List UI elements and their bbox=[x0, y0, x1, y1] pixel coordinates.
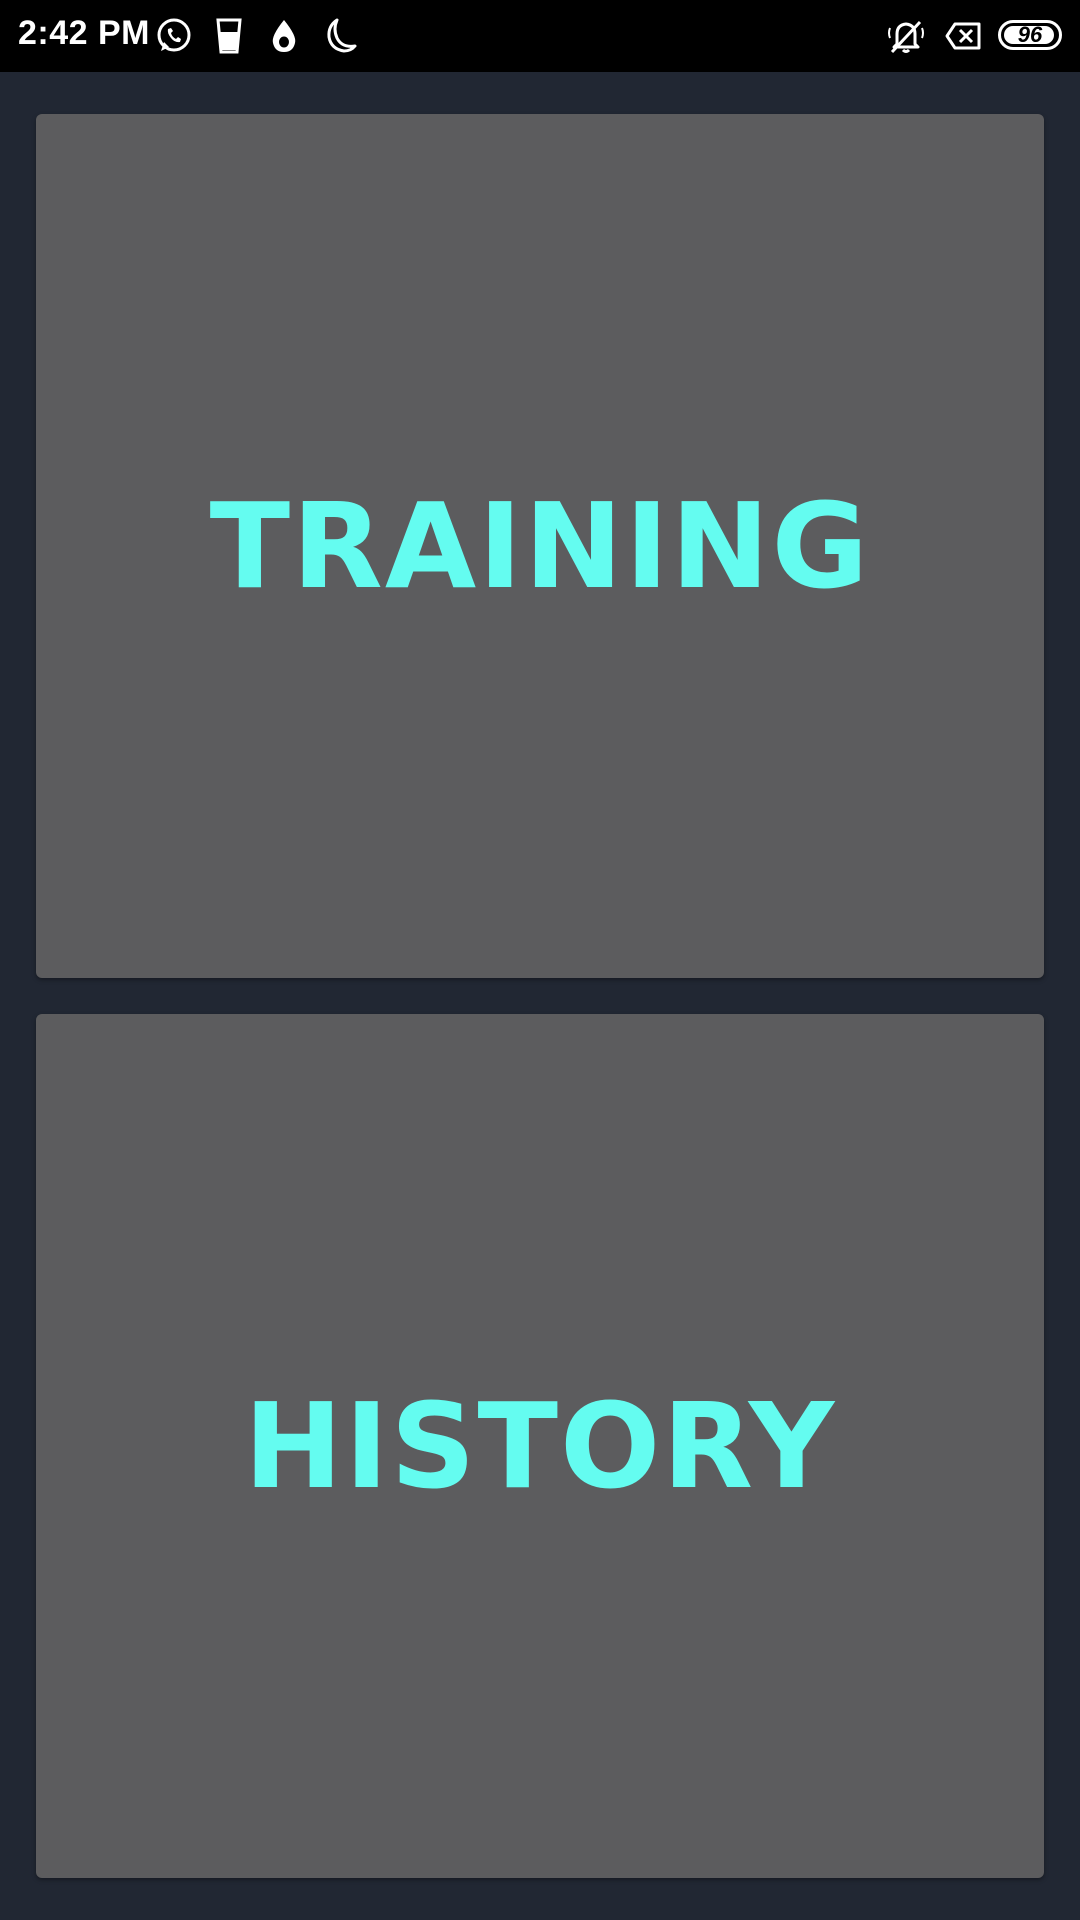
battery-level: 96 bbox=[1017, 22, 1043, 47]
glass-icon bbox=[209, 16, 249, 56]
training-button[interactable]: TRAINING bbox=[36, 114, 1044, 978]
training-label: TRAINING bbox=[209, 477, 871, 615]
close-box-icon bbox=[944, 16, 984, 56]
status-bar: 2:42 PM 96 bbox=[0, 0, 1080, 72]
status-time: 2:42 PM bbox=[18, 14, 150, 52]
history-label: HISTORY bbox=[243, 1377, 837, 1515]
whatsapp-icon bbox=[154, 16, 194, 56]
bell-off-icon bbox=[886, 16, 926, 56]
moon-icon bbox=[320, 16, 360, 56]
history-button[interactable]: HISTORY bbox=[36, 1014, 1044, 1878]
battery-indicator: 96 bbox=[998, 20, 1062, 50]
main-content: TRAINING HISTORY bbox=[0, 72, 1080, 1920]
drop-icon bbox=[264, 16, 304, 56]
